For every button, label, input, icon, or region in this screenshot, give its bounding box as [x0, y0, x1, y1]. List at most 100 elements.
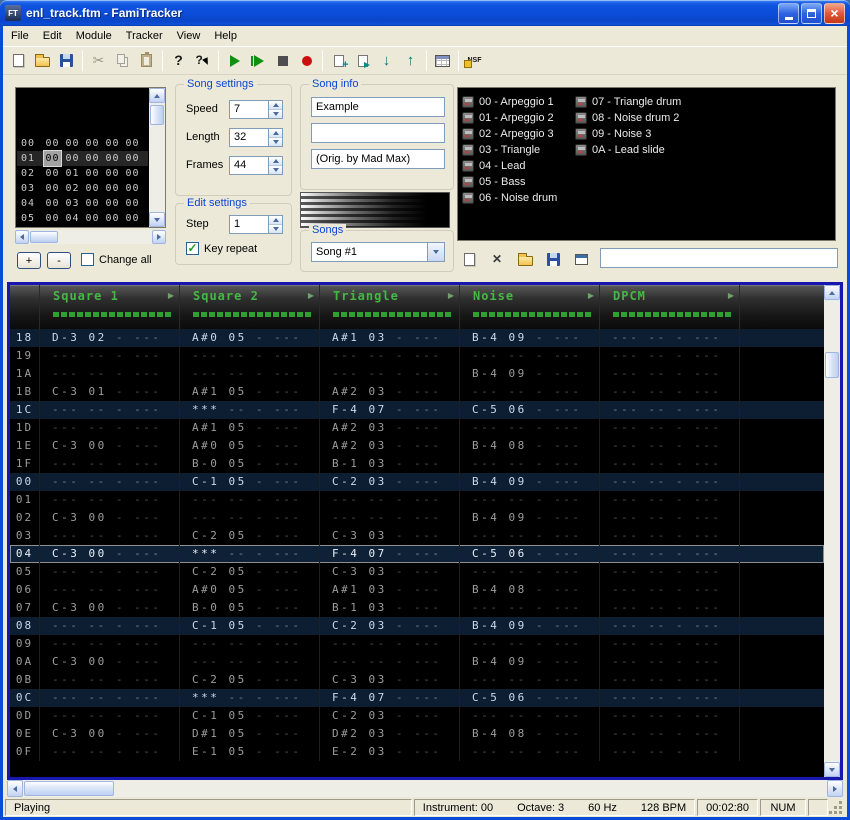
pattern-cell[interactable]: B-4 08 - ---	[460, 437, 600, 455]
cut-button[interactable]	[87, 49, 110, 72]
pattern-cell[interactable]: --- -- - ---	[600, 491, 740, 509]
context-help-button[interactable]	[191, 49, 214, 72]
pattern-cell[interactable]: --- -- - ---	[180, 509, 320, 527]
instrument-item[interactable]: 07 - Triangle drum	[571, 94, 684, 110]
pattern-cell[interactable]: --- -- - ---	[600, 599, 740, 617]
pattern-cell[interactable]: --- -- - ---	[460, 707, 600, 725]
song-name-input[interactable]	[311, 97, 445, 117]
pattern-cell[interactable]: --- -- - ---	[600, 563, 740, 581]
frame-editor[interactable]: 00 00 00 00 00 00 01 00 00 00 00 00 02 00 01 00 00 00 03 00…	[15, 87, 166, 228]
save-instrument-button[interactable]	[541, 248, 565, 270]
scroll-down-button[interactable]	[824, 762, 840, 777]
frame-pattern-value[interactable]: 00	[84, 166, 101, 181]
pattern-cell[interactable]: --- -- - ---	[320, 635, 460, 653]
frame-row[interactable]: 03 00 02 00 00 00	[17, 181, 148, 196]
pattern-cell[interactable]: --- -- - ---	[320, 653, 460, 671]
pattern-cell[interactable]: C-2 03 - ---	[320, 473, 460, 491]
pattern-cell[interactable]: --- -- - ---	[600, 455, 740, 473]
pattern-cell[interactable]: --- -- - ---	[600, 437, 740, 455]
pattern-row[interactable]: 01 --- -- - --- --- -- - --- --- -- - --- --…	[10, 491, 824, 509]
pattern-cell[interactable]: C-2 05 - ---	[180, 527, 320, 545]
pattern-cell[interactable]: B-4 09 - ---	[460, 509, 600, 527]
remove-instrument-button[interactable]	[485, 248, 509, 270]
pattern-cell[interactable]: --- -- - ---	[600, 725, 740, 743]
pattern-row[interactable]: 0C --- -- - --- *** -- - --- F-4 07 - --- C-…	[10, 689, 824, 707]
pattern-cell[interactable]: C-1 05 - ---	[180, 617, 320, 635]
step-up-button[interactable]	[269, 215, 282, 224]
pattern-cell[interactable]: --- -- - ---	[40, 365, 180, 383]
pattern-cell[interactable]: F-4 07 - ---	[320, 689, 460, 707]
menu-module[interactable]: Module	[69, 27, 119, 45]
pattern-cell[interactable]: B-4 09 - ---	[460, 365, 600, 383]
pattern-cell[interactable]: C-3 00 - ---	[40, 725, 180, 743]
scrollbar-thumb[interactable]	[825, 352, 839, 378]
pattern-cell[interactable]: --- -- - ---	[40, 527, 180, 545]
pattern-cell[interactable]: --- -- - ---	[600, 617, 740, 635]
frame-pattern-value[interactable]: 00	[44, 196, 61, 211]
pattern-cell[interactable]: --- -- - ---	[600, 347, 740, 365]
step-down-button[interactable]	[269, 223, 282, 233]
frame-pattern-value[interactable]: 00	[124, 151, 141, 166]
pattern-cell[interactable]: C-5 06 - ---	[460, 689, 600, 707]
pattern-cell[interactable]: B-4 08 - ---	[460, 725, 600, 743]
frame-pattern-value[interactable]: 00	[104, 181, 121, 196]
frame-pattern-value[interactable]: 00	[124, 166, 141, 181]
pattern-cell[interactable]: --- -- - ---	[460, 347, 600, 365]
scrollbar-thumb[interactable]	[30, 231, 58, 243]
pattern-cell[interactable]: A#0 05 - ---	[180, 437, 320, 455]
new-instrument-button[interactable]	[457, 248, 481, 270]
length-down-button[interactable]	[269, 136, 282, 146]
instrument-item[interactable]: 08 - Noise drum 2	[571, 110, 684, 126]
pattern-row[interactable]: 03 --- -- - --- C-2 05 - --- C-3 03 - --- --…	[10, 527, 824, 545]
pattern-cell[interactable]: C-2 05 - ---	[180, 563, 320, 581]
pattern-cell[interactable]: C-3 00 - ---	[40, 653, 180, 671]
pattern-cell[interactable]: --- -- - ---	[600, 527, 740, 545]
frame-row[interactable]: 05 00 04 00 00 00	[17, 211, 148, 226]
channel-header[interactable]: Noise ▶	[460, 285, 600, 329]
pattern-row[interactable]: 18 D-3 02 - --- A#0 05 - --- A#1 03 - --- B-…	[10, 329, 824, 347]
pattern-cell[interactable]: --- -- - ---	[40, 707, 180, 725]
pattern-row[interactable]: 02 C-3 00 - --- --- -- - --- --- -- - --- B-…	[10, 509, 824, 527]
change-all-checkbox[interactable]: ✓ Change all	[81, 253, 152, 266]
channel-header[interactable]: DPCM ▶	[600, 285, 740, 329]
effect-expand-icon[interactable]: ▶	[728, 291, 734, 300]
frame-pattern-value[interactable]: 01	[64, 166, 81, 181]
pattern-cell[interactable]: --- -- - ---	[460, 599, 600, 617]
pattern-cell[interactable]: --- -- - ---	[40, 689, 180, 707]
pattern-cell[interactable]: A#1 03 - ---	[320, 581, 460, 599]
pattern-cell[interactable]: B-0 05 - ---	[180, 599, 320, 617]
record-button[interactable]	[295, 49, 318, 72]
pattern-cell[interactable]: --- -- - ---	[40, 635, 180, 653]
frame-pattern-value[interactable]: 00	[104, 136, 121, 151]
frame-pattern-value[interactable]: 02	[64, 181, 81, 196]
copy-button[interactable]	[111, 49, 134, 72]
pattern-cell[interactable]: C-3 03 - ---	[320, 563, 460, 581]
speed-up-button[interactable]	[269, 100, 282, 109]
pattern-cell[interactable]: A#1 05 - ---	[180, 419, 320, 437]
play-pattern-button[interactable]	[247, 49, 270, 72]
load-instrument-button[interactable]	[513, 248, 537, 270]
pattern-cell[interactable]: A#2 03 - ---	[320, 437, 460, 455]
resize-grip[interactable]	[830, 799, 845, 816]
frames-value[interactable]: 44	[229, 155, 268, 175]
frame-pattern-value[interactable]: 00	[44, 136, 61, 151]
instrument-item[interactable]: 05 - Bass	[458, 174, 571, 190]
pattern-cell[interactable]: --- -- - ---	[180, 491, 320, 509]
song-author-input[interactable]	[311, 123, 445, 143]
pattern-cell[interactable]: B-1 03 - ---	[320, 599, 460, 617]
pattern-cell[interactable]: C-3 00 - ---	[40, 599, 180, 617]
pattern-cell[interactable]: A#2 03 - ---	[320, 419, 460, 437]
pattern-cell[interactable]: --- -- - ---	[600, 581, 740, 599]
pattern-cell[interactable]: --- -- - ---	[600, 419, 740, 437]
effect-expand-icon[interactable]: ▶	[308, 291, 314, 300]
pattern-cell[interactable]: --- -- - ---	[460, 743, 600, 761]
frame-pattern-value[interactable]: 00	[124, 181, 141, 196]
pattern-cell[interactable]: A#0 05 - ---	[180, 329, 320, 347]
frame-pattern-value[interactable]: 00	[104, 211, 121, 226]
pattern-cell[interactable]: B-1 03 - ---	[320, 455, 460, 473]
pattern-cell[interactable]: *** -- - ---	[180, 545, 320, 563]
scroll-up-button[interactable]	[149, 88, 165, 103]
scroll-down-button[interactable]	[149, 212, 165, 227]
speed-value[interactable]: 7	[229, 99, 268, 119]
frame-pattern-value[interactable]: 00	[44, 151, 61, 166]
